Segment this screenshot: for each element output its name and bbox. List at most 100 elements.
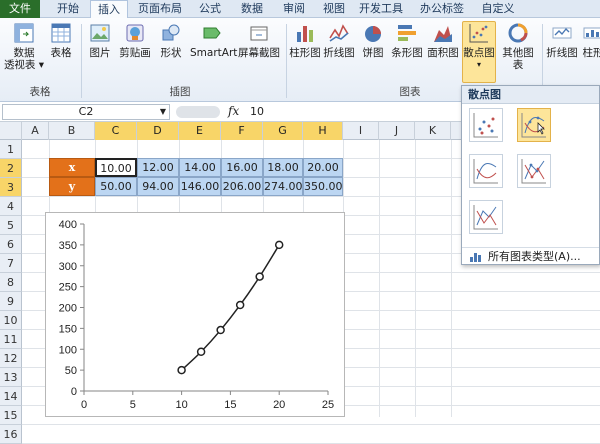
column-header[interactable]: B xyxy=(49,122,95,140)
other-charts-button[interactable]: 其他图表 xyxy=(498,22,538,71)
clipart-button[interactable]: 剪贴画 xyxy=(116,22,154,59)
table-cell[interactable]: 274.00 xyxy=(263,177,303,196)
table-cell[interactable]: 20.00 xyxy=(303,158,343,177)
line-chart-label: 折线图 xyxy=(323,47,355,59)
formula-input[interactable]: 10 xyxy=(250,104,264,120)
row-header[interactable]: 15 xyxy=(0,406,22,425)
column-header[interactable]: A xyxy=(22,122,49,140)
column-chart-button[interactable]: 柱形图 xyxy=(288,22,322,59)
tab-page-layout[interactable]: 页面布局 xyxy=(134,0,186,18)
row-header[interactable]: 12 xyxy=(0,349,22,368)
screenshot-button[interactable]: 屏幕截图 xyxy=(236,22,282,59)
table-cell[interactable]: 146.00 xyxy=(179,177,221,196)
tab-view[interactable]: 视图 xyxy=(316,0,352,18)
pie-chart-label: 饼图 xyxy=(363,47,384,59)
all-chart-types-item[interactable]: 所有图表类型(A)... xyxy=(462,247,599,265)
row-header[interactable]: 10 xyxy=(0,311,22,330)
tab-custom[interactable]: 自定义 xyxy=(478,0,518,18)
tab-formulas[interactable]: 公式 xyxy=(192,0,228,18)
scatter-chart[interactable]: 0501001502002503003504000510152025 xyxy=(45,212,345,417)
line-chart-icon xyxy=(328,22,350,44)
row-header[interactable]: 2 xyxy=(0,159,22,178)
smartart-label: SmartArt xyxy=(190,47,237,59)
row-header[interactable]: 6 xyxy=(0,235,22,254)
table-label-x[interactable]: x xyxy=(49,158,95,177)
data-point xyxy=(217,327,224,334)
tab-home[interactable]: 开始 xyxy=(48,0,88,18)
sparkline-line-button[interactable]: 折线图 xyxy=(546,22,578,59)
table-cell[interactable]: 12.00 xyxy=(137,158,179,177)
scatter-option-smooth-lines[interactable] xyxy=(469,154,503,188)
sparkline-column-icon xyxy=(582,22,600,44)
scatter-option-straight-lines-markers[interactable] xyxy=(517,154,551,188)
pivot-table-button[interactable]: 数据 透视表 ▾ xyxy=(2,22,46,71)
table-cell-active[interactable]: 10.00 xyxy=(95,158,137,177)
screenshot-icon xyxy=(248,22,270,44)
tab-review[interactable]: 审阅 xyxy=(276,0,312,18)
scatter-smooth-lines-markers-icon xyxy=(518,109,550,141)
shapes-button[interactable]: 形状 xyxy=(154,22,188,59)
table-cell[interactable]: 16.00 xyxy=(221,158,263,177)
row-header[interactable]: 14 xyxy=(0,387,22,406)
table-button[interactable]: 表格 xyxy=(46,22,76,59)
insert-function-button[interactable]: fx xyxy=(228,104,242,120)
bar-chart-button[interactable]: 条形图 xyxy=(390,22,424,59)
column-header[interactable]: D xyxy=(137,122,179,140)
row-header[interactable]: 11 xyxy=(0,330,22,349)
line-chart-button[interactable]: 折线图 xyxy=(322,22,356,59)
scatter-option-smooth-lines-markers[interactable] xyxy=(517,108,551,142)
table-cell[interactable]: 94.00 xyxy=(137,177,179,196)
row-header[interactable]: 8 xyxy=(0,273,22,292)
table-cell[interactable]: 350.00 xyxy=(303,177,343,196)
series-line xyxy=(182,245,280,370)
formula-splitter[interactable] xyxy=(176,106,220,118)
column-header[interactable]: K xyxy=(415,122,451,140)
smartart-button[interactable]: SmartArt xyxy=(190,22,236,59)
table-cell[interactable]: 50.00 xyxy=(95,177,137,196)
column-header[interactable]: E xyxy=(179,122,221,140)
group-label-charts: 图表 xyxy=(380,84,440,99)
table-cell[interactable]: 18.00 xyxy=(263,158,303,177)
pie-chart-button[interactable]: 饼图 xyxy=(358,22,388,59)
y-tick-label: 100 xyxy=(59,344,77,356)
area-chart-button[interactable]: 面积图 xyxy=(426,22,460,59)
table-cell[interactable]: 206.00 xyxy=(221,177,263,196)
row-header[interactable]: 16 xyxy=(0,425,22,444)
tab-office-tab[interactable]: 办公标签 xyxy=(416,0,468,18)
ribbon-separator xyxy=(286,24,287,98)
sparkline-column-button[interactable]: 柱形 xyxy=(580,22,600,59)
row-header[interactable]: 7 xyxy=(0,254,22,273)
picture-button[interactable]: 图片 xyxy=(84,22,116,59)
table-label-y[interactable]: y xyxy=(49,177,95,196)
shapes-icon xyxy=(160,22,182,44)
pivot-table-icon xyxy=(13,22,35,44)
tab-file[interactable]: 文件 xyxy=(0,0,40,18)
row-header[interactable]: 4 xyxy=(0,197,22,216)
scatter-option-markers-only[interactable] xyxy=(469,108,503,142)
x-tick-label: 5 xyxy=(130,399,136,411)
row-header[interactable]: 13 xyxy=(0,368,22,387)
sparkline-line-icon xyxy=(551,22,573,44)
scatter-chart-button[interactable]: 散点图 ▾ xyxy=(462,21,496,83)
row-header[interactable]: 3 xyxy=(0,178,22,197)
row-header[interactable]: 5 xyxy=(0,216,22,235)
column-header[interactable]: F xyxy=(221,122,263,140)
column-header[interactable]: I xyxy=(343,122,379,140)
tab-developer[interactable]: 开发工具 xyxy=(356,0,406,18)
table-cell[interactable]: 14.00 xyxy=(179,158,221,177)
column-header[interactable]: G xyxy=(263,122,303,140)
tab-insert[interactable]: 插入 xyxy=(90,0,128,18)
column-header[interactable]: C xyxy=(95,122,137,140)
column-header[interactable]: J xyxy=(379,122,415,140)
scatter-straight-lines-icon xyxy=(470,201,502,233)
row-header[interactable]: 1 xyxy=(0,140,22,159)
column-header[interactable]: H xyxy=(303,122,343,140)
y-tick-label: 50 xyxy=(65,365,77,377)
screenshot-label: 屏幕截图 xyxy=(238,47,280,59)
scatter-option-straight-lines[interactable] xyxy=(469,200,503,234)
row-header[interactable]: 9 xyxy=(0,292,22,311)
shapes-label: 形状 xyxy=(161,47,182,59)
tab-data[interactable]: 数据 xyxy=(234,0,270,18)
select-all-corner[interactable] xyxy=(0,122,22,140)
name-box[interactable]: C2▼ xyxy=(2,104,170,120)
